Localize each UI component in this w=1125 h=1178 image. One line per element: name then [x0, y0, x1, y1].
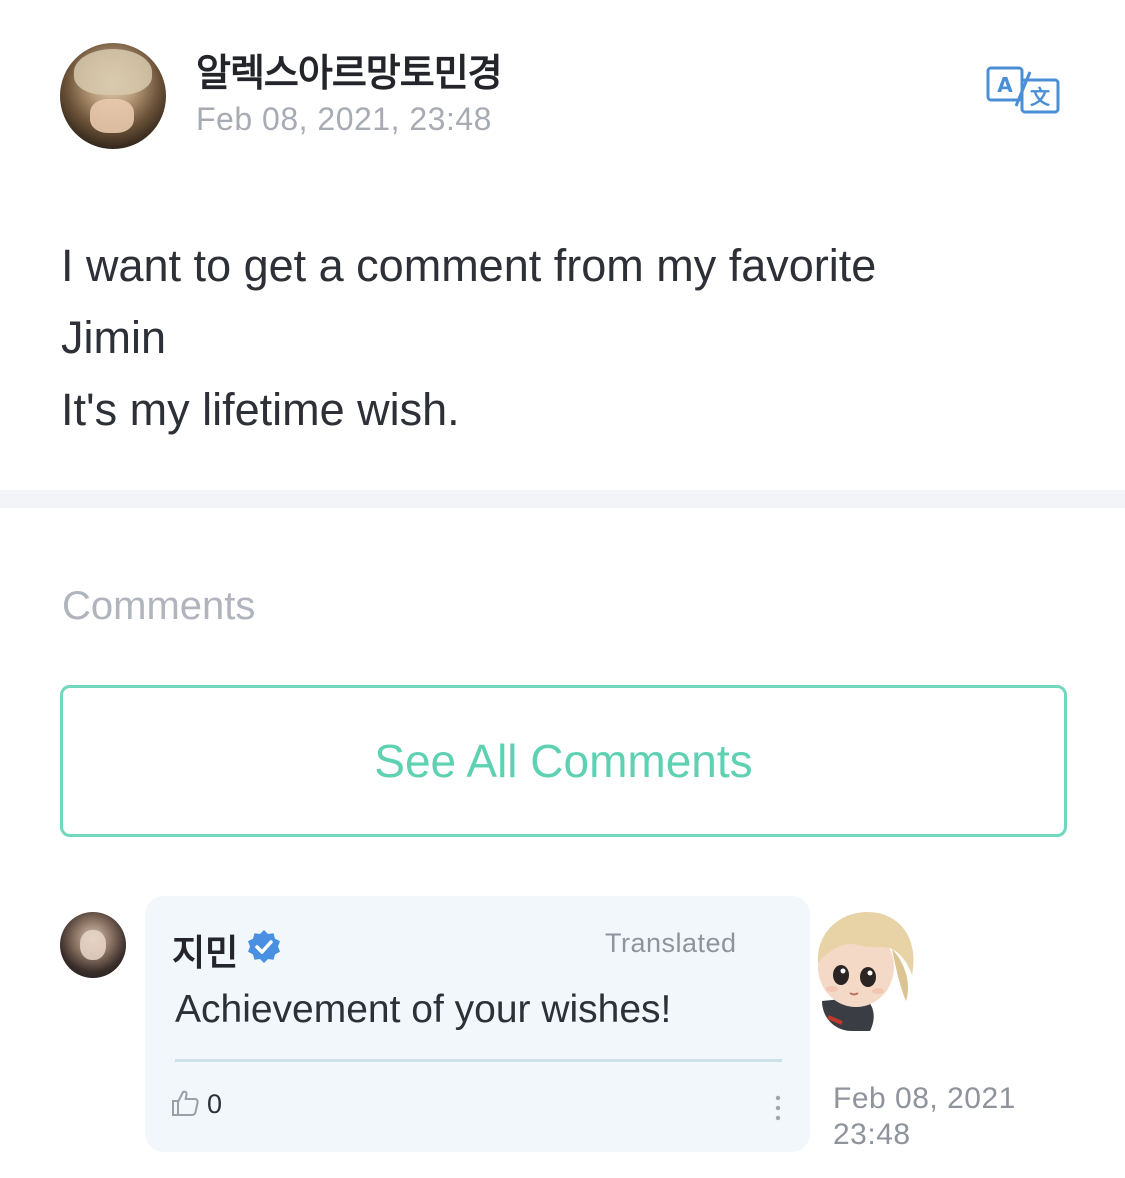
comment-date-day: Feb 08, 2021 — [833, 1082, 1016, 1115]
post-author-avatar[interactable] — [60, 43, 166, 149]
see-all-comments-button[interactable]: See All Comments — [60, 685, 1067, 837]
post-body-text: I want to get a comment from my favorite… — [61, 240, 877, 435]
more-vertical-icon[interactable] — [770, 1093, 786, 1127]
svg-text:文: 文 — [1030, 85, 1051, 109]
comment-author-avatar[interactable] — [60, 912, 126, 978]
post-date: Feb 08, 2021, 23:48 — [196, 101, 492, 137]
translated-label: Translated — [605, 928, 737, 958]
avatar-hair — [74, 49, 152, 95]
verified-check-icon — [246, 929, 282, 965]
avatar-hand — [90, 99, 134, 133]
like-count: 0 — [207, 1089, 223, 1119]
svg-text:A: A — [997, 73, 1013, 97]
character-sticker — [808, 905, 923, 1037]
comment-date: Feb 08, 2021 23:48 — [833, 1081, 1016, 1153]
comment-author-name[interactable]: 지민 — [172, 924, 238, 976]
comment-text: Achievement of your wishes! — [175, 988, 672, 1031]
translate-icon: A 文 — [986, 66, 1060, 114]
translate-button[interactable]: A 文 — [986, 66, 1062, 116]
thumbs-up-icon[interactable] — [170, 1088, 200, 1118]
section-divider — [0, 490, 1125, 508]
comments-heading: Comments — [62, 584, 256, 628]
post-author-name[interactable]: 알렉스아르망토민경 — [196, 42, 503, 97]
comment-divider — [175, 1059, 782, 1062]
avatar-face — [80, 930, 106, 960]
comment-date-time: 23:48 — [833, 1118, 911, 1151]
